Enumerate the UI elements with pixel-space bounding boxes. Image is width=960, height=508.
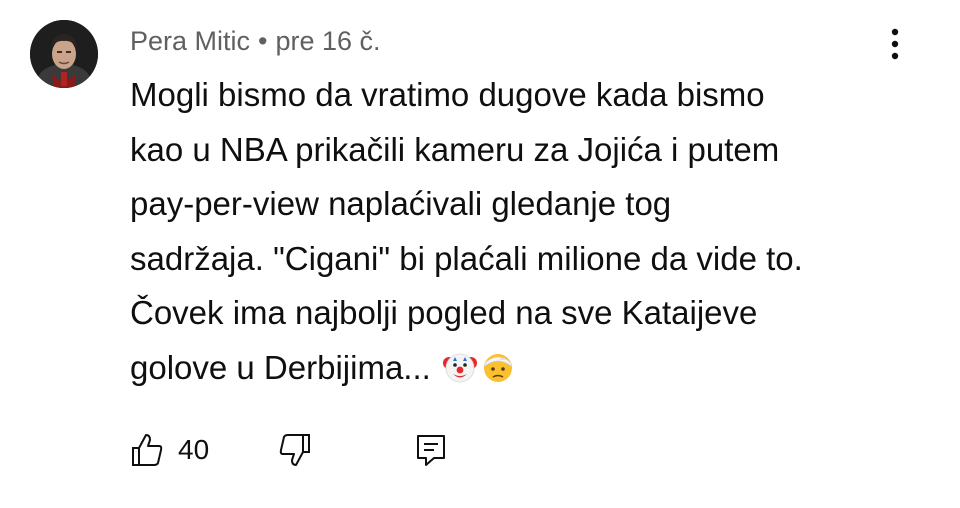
comment-text-line: pay-per-view naplaćivali gledanje tog <box>130 185 672 222</box>
comment-timestamp[interactable]: pre 16 č. <box>275 26 380 56</box>
author-name[interactable]: Pera Mitic <box>130 26 250 56</box>
dislike-button[interactable] <box>278 428 312 472</box>
avatar[interactable] <box>30 20 98 88</box>
comment-text-line-last: golove u Derbijima... <box>130 341 930 396</box>
clown-face-icon <box>442 353 477 382</box>
comment-header: Pera Mitic • pre 16 č. <box>130 24 381 58</box>
reply-button[interactable] <box>414 428 448 472</box>
reply-comment-icon <box>417 435 445 466</box>
comment-card: Pera Mitic • pre 16 č. Mogli bismo da vrat… <box>0 0 960 508</box>
like-count: 40 <box>178 434 210 465</box>
thumbs-up-icon <box>132 434 163 466</box>
comment-text-line: Mogli bismo da vratimo dugove kada bismo <box>130 76 765 113</box>
comment-text: Mogli bismo da vratimo dugove kada bismo… <box>130 68 930 395</box>
comment-text-line: Čovek ima najbolji pogled na sve Kataije… <box>130 294 758 331</box>
avatar-image <box>30 20 98 88</box>
meta-separator: • <box>258 26 268 56</box>
thumbs-down-icon <box>279 434 310 466</box>
more-vertical-icon <box>891 28 899 60</box>
comment-text-line: kao u NBA prikačili kameru za Jojića i p… <box>130 130 780 168</box>
comment-text-line-text: golove u Derbijima... <box>130 348 431 386</box>
like-button[interactable]: 40 <box>130 428 209 472</box>
more-options-button[interactable] <box>880 22 910 66</box>
head-bandage-icon <box>483 353 512 382</box>
comment-text-line: sadržaja. "Cigani" bi plaćali milione da… <box>130 239 803 277</box>
